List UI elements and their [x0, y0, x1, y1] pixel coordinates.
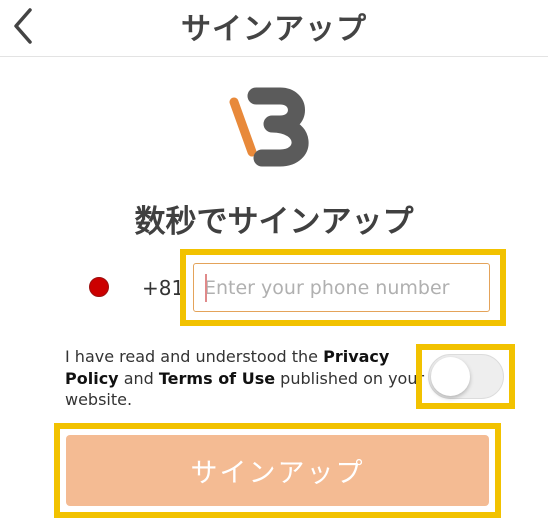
- phone-number-input[interactable]: [193, 263, 490, 312]
- terms-agree-toggle[interactable]: [428, 354, 504, 399]
- text-caret: [205, 274, 207, 302]
- terms-consent-text: I have read and understood the Privacy P…: [65, 346, 427, 411]
- brand-logo: [229, 87, 309, 167]
- terms-of-use-link[interactable]: Terms of Use: [159, 369, 275, 388]
- country-code[interactable]: +81: [142, 276, 184, 300]
- signup-button[interactable]: サインアップ: [66, 435, 489, 506]
- top-navigation-bar: サインアップ: [0, 0, 548, 57]
- terms-text-part: I have read and understood the: [65, 347, 324, 366]
- japan-flag-icon[interactable]: [89, 277, 109, 297]
- page-title: サインアップ: [181, 12, 367, 47]
- signup-headline: 数秒でサインアップ: [134, 204, 414, 240]
- terms-text-part: and: [118, 368, 159, 388]
- toggle-knob: [431, 357, 470, 396]
